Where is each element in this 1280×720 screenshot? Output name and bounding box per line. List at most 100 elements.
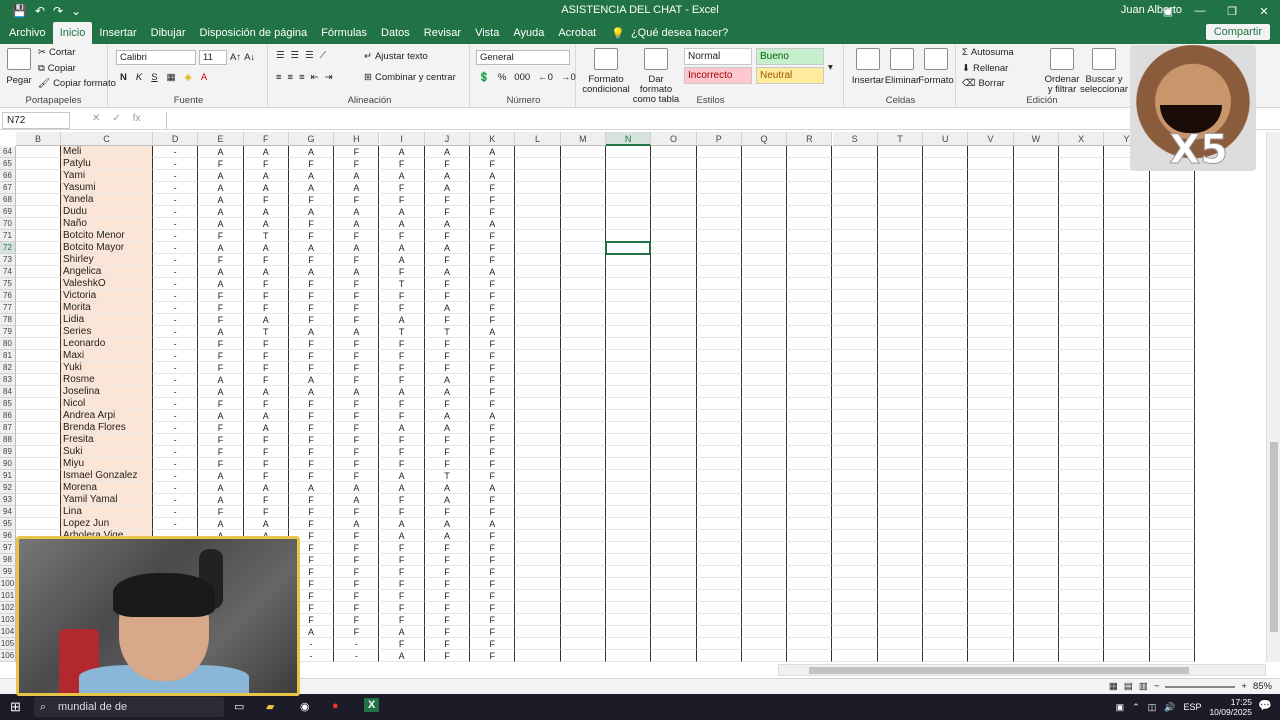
table-cell[interactable] <box>787 242 833 254</box>
column-header[interactable]: V <box>968 132 1014 146</box>
conditional-format-button[interactable]: Formato condicional <box>582 48 630 95</box>
table-cell[interactable] <box>923 506 969 518</box>
table-cell[interactable]: F <box>379 398 425 410</box>
table-cell[interactable] <box>560 626 606 638</box>
table-cell[interactable] <box>832 530 878 542</box>
name-cell[interactable]: Yami <box>61 170 153 182</box>
table-cell[interactable] <box>606 374 652 386</box>
table-cell[interactable] <box>560 518 606 530</box>
table-cell[interactable] <box>1059 638 1105 650</box>
table-cell[interactable]: - <box>153 230 199 242</box>
table-cell[interactable] <box>1149 230 1195 242</box>
table-cell[interactable]: F <box>198 350 244 362</box>
table-cell[interactable] <box>832 422 878 434</box>
table-cell[interactable] <box>696 278 742 290</box>
table-cell[interactable] <box>741 326 788 338</box>
sort-filter-button[interactable]: Ordenar y filtrar <box>1042 48 1082 95</box>
table-cell[interactable] <box>923 626 969 638</box>
table-cell[interactable] <box>696 410 742 422</box>
table-cell[interactable] <box>1149 242 1195 254</box>
table-cell[interactable] <box>1149 650 1195 662</box>
table-cell[interactable] <box>832 494 878 506</box>
table-cell[interactable]: F <box>424 350 471 362</box>
table-cell[interactable] <box>923 638 969 650</box>
undo-icon[interactable]: ↶ <box>35 4 45 18</box>
table-cell[interactable]: F <box>424 578 471 590</box>
table-cell[interactable] <box>515 410 561 422</box>
table-cell[interactable] <box>1013 626 1059 638</box>
table-cell[interactable] <box>1013 326 1059 338</box>
table-cell[interactable] <box>832 362 878 374</box>
table-cell[interactable] <box>515 290 561 302</box>
table-cell[interactable] <box>606 506 652 518</box>
table-cell[interactable] <box>832 278 878 290</box>
table-cell[interactable] <box>741 386 788 398</box>
table-cell[interactable]: F <box>243 302 289 314</box>
page-layout-icon[interactable]: ▤ <box>1124 681 1133 692</box>
tab-revisar[interactable]: Revisar <box>417 22 468 44</box>
table-cell[interactable]: F <box>334 422 380 434</box>
table-cell[interactable] <box>651 494 697 506</box>
table-cell[interactable]: A <box>243 266 289 278</box>
table-cell[interactable]: F <box>288 434 335 446</box>
table-cell[interactable] <box>515 278 561 290</box>
table-cell[interactable] <box>560 422 606 434</box>
table-cell[interactable] <box>1013 650 1059 662</box>
table-cell[interactable] <box>1013 434 1059 446</box>
table-cell[interactable] <box>877 158 924 170</box>
table-cell[interactable] <box>560 290 606 302</box>
table-cell[interactable]: - <box>153 206 199 218</box>
windows-start-icon[interactable]: ⊞ <box>10 699 21 715</box>
table-cell[interactable]: T <box>424 326 471 338</box>
table-cell[interactable] <box>515 650 561 662</box>
table-cell[interactable]: A <box>424 518 471 530</box>
table-cell[interactable] <box>832 482 878 494</box>
table-cell[interactable]: F <box>379 542 425 554</box>
thousands-icon[interactable]: 000 <box>514 72 530 83</box>
table-cell[interactable] <box>16 158 61 170</box>
table-cell[interactable] <box>560 194 606 206</box>
table-cell[interactable] <box>560 590 606 602</box>
name-cell[interactable]: ValeshkO <box>61 278 153 290</box>
horizontal-scrollbar[interactable] <box>778 664 1266 676</box>
table-cell[interactable] <box>606 170 652 182</box>
table-cell[interactable]: A <box>198 374 244 386</box>
table-cell[interactable] <box>787 638 833 650</box>
table-cell[interactable]: F <box>470 194 516 206</box>
table-cell[interactable] <box>1013 194 1059 206</box>
table-cell[interactable] <box>877 398 924 410</box>
table-cell[interactable] <box>1059 338 1105 350</box>
table-cell[interactable] <box>606 350 652 362</box>
table-cell[interactable] <box>923 290 969 302</box>
table-cell[interactable] <box>1059 614 1105 626</box>
table-cell[interactable] <box>1059 530 1105 542</box>
table-cell[interactable] <box>741 590 788 602</box>
table-cell[interactable]: A <box>379 242 425 254</box>
table-cell[interactable]: - <box>153 422 199 434</box>
table-cell[interactable]: A <box>288 146 335 158</box>
table-cell[interactable] <box>923 182 969 194</box>
table-cell[interactable] <box>1104 530 1150 542</box>
table-cell[interactable] <box>1149 338 1195 350</box>
table-cell[interactable] <box>515 254 561 266</box>
align-bottom-icon[interactable]: ☰ <box>305 50 314 61</box>
table-cell[interactable] <box>16 314 61 326</box>
table-cell[interactable]: F <box>424 638 471 650</box>
table-cell[interactable] <box>606 566 652 578</box>
table-cell[interactable] <box>741 242 788 254</box>
borders-icon[interactable]: ▦ <box>167 72 176 83</box>
table-cell[interactable]: A <box>470 518 516 530</box>
table-cell[interactable]: A <box>424 146 471 158</box>
table-cell[interactable] <box>741 638 788 650</box>
fill-button[interactable]: ⬇ Rellenar <box>962 63 1008 74</box>
table-cell[interactable] <box>515 578 561 590</box>
row-header[interactable]: 100 <box>0 578 16 590</box>
table-cell[interactable] <box>1059 590 1105 602</box>
table-cell[interactable] <box>787 530 833 542</box>
table-cell[interactable] <box>787 458 833 470</box>
table-cell[interactable] <box>1149 194 1195 206</box>
table-cell[interactable]: F <box>379 350 425 362</box>
table-cell[interactable] <box>1059 626 1105 638</box>
increase-decimal-icon[interactable]: ←0 <box>538 72 553 83</box>
table-cell[interactable]: F <box>243 158 289 170</box>
